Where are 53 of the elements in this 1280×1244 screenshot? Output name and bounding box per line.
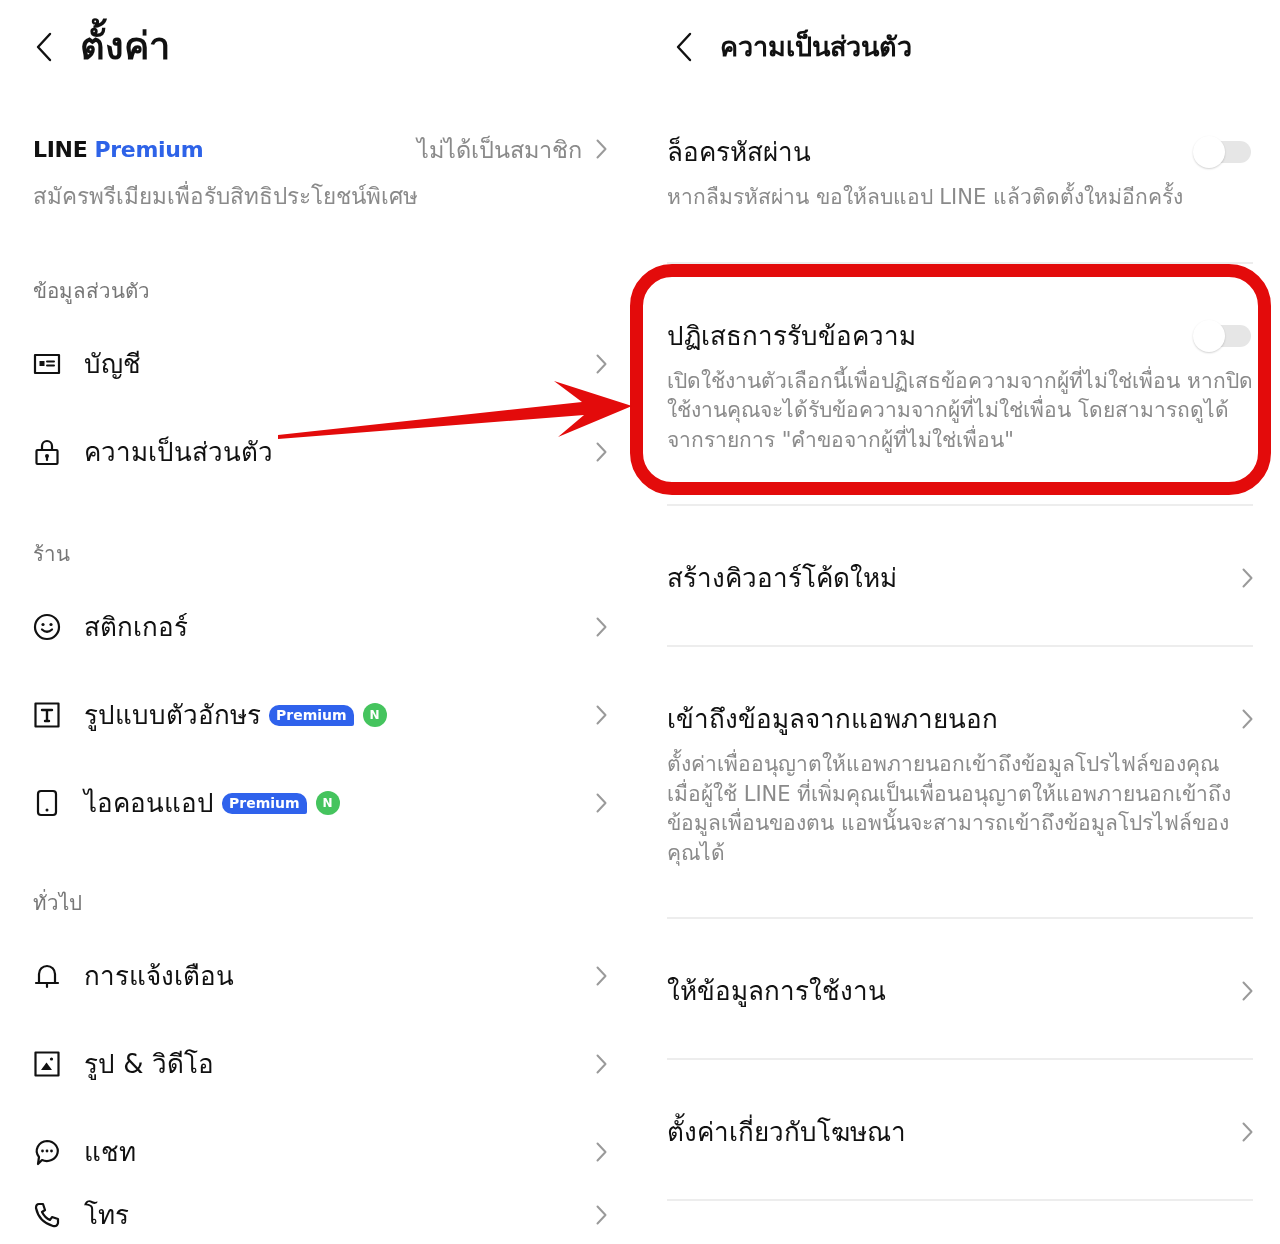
menu-item-label[interactable]: รูปแบบตัวอักษร (84, 697, 261, 733)
toggle-switch[interactable] (1193, 318, 1251, 353)
chevron-icon (596, 705, 607, 725)
menu-item-label[interactable]: บัญชี (84, 346, 141, 382)
lock-icon (33, 438, 61, 466)
section-heading: ร้าน (33, 541, 71, 568)
premium-logo: LINE Premium (33, 136, 204, 162)
chevron-icon (596, 793, 607, 813)
setting-label[interactable]: ตั้งค่าเกี่ยวกับโฆษณา (667, 1114, 906, 1150)
back-icon[interactable] (36, 32, 52, 62)
premium-badge: Premium (222, 792, 307, 814)
menu-item-label[interactable]: ความเป็นส่วนตัว (84, 434, 273, 470)
setting-label: ปฏิเสธการรับข้อความ (667, 319, 916, 353)
image-icon (33, 1050, 61, 1078)
new-badge: N (362, 703, 387, 727)
chevron-icon (1242, 709, 1253, 729)
menu-item-label[interactable]: สติกเกอร์ (84, 609, 188, 645)
section-heading: ทั่วไป (33, 888, 83, 917)
setting-description: เปิดใช้งานตัวเลือกนี้เพื่อปฏิเสธข้อความจากผู้ที่ไม่ใช่เพื่อน หากปิดใช้งานคุณจะได้รับข้อความจากผู้ที่ไม่ใช่เพื่อน โดยสามารถดูได้จากรายการ "คำขอจากผู้ที่ไม่ใช่เพื่อน" (667, 366, 1253, 455)
menu-item-label[interactable]: แชท (84, 1134, 136, 1170)
new-badge: N (315, 791, 340, 815)
chevron-icon (596, 354, 607, 374)
phone-icon (33, 1201, 61, 1229)
chevron-icon (596, 1205, 607, 1225)
menu-item-label[interactable]: โทร (84, 1197, 129, 1233)
chat-bubble-icon (33, 1138, 61, 1166)
text-icon (33, 701, 61, 729)
setting-label[interactable]: สร้างคิวอาร์โค้ดใหม่ (667, 560, 897, 596)
setting-label: ล็อครหัสผ่าน (667, 135, 811, 169)
chevron-icon (596, 966, 607, 986)
setting-description: หากลืมรหัสผ่าน ขอให้ลบแอป LINE แล้วติดตั้งใหม่อีกครั้ง (667, 183, 1253, 213)
chevron-icon (596, 139, 607, 159)
section-heading: ข้อมูลส่วนตัว (33, 278, 151, 306)
chevron-icon (1242, 981, 1253, 1001)
setting-label[interactable]: ให้ข้อมูลการใช้งาน (667, 973, 886, 1009)
menu-item-label[interactable]: การแจ้งเตือน (84, 958, 234, 994)
chevron-icon (1242, 1122, 1253, 1142)
chevron-icon (596, 1054, 607, 1074)
bell-icon (33, 962, 61, 990)
setting-label[interactable]: เข้าถึงข้อมูลจากแอพภายนอก (667, 701, 998, 737)
chevron-icon (596, 1142, 607, 1162)
smiley-icon (33, 613, 61, 641)
setting-description: ตั้งค่าเพื่ออนุญาตให้แอพภายนอกเข้าถึงข้อมูลโปรไฟล์ของคุณ เมื่อผู้ใช้ LINE ที่เพิ่มคุณเป็นเพื่อนอนุญาตให้แอพภายนอกเข้าถึงข้อมูลเพื่อนของตน แอพนั้นจะสามารถเข้าถึงข้อมูลโปรไฟล์ของคุณได้ (667, 750, 1253, 868)
back-icon[interactable] (676, 32, 692, 62)
menu-item-label[interactable]: ไอคอนแอป (84, 785, 214, 821)
premium-description: สมัครพรีเมียมเพื่อรับสิทธิประโยชน์พิเศษ (33, 181, 419, 211)
chevron-icon (1242, 568, 1253, 588)
screen-title: ความเป็นส่วนตัว (720, 29, 912, 65)
toggle-switch[interactable] (1193, 135, 1251, 169)
chevron-icon (596, 617, 607, 637)
premium-badge: Premium (269, 704, 354, 726)
chevron-icon (596, 442, 607, 462)
menu-item-label[interactable]: รูป & วิดีโอ (84, 1046, 214, 1082)
